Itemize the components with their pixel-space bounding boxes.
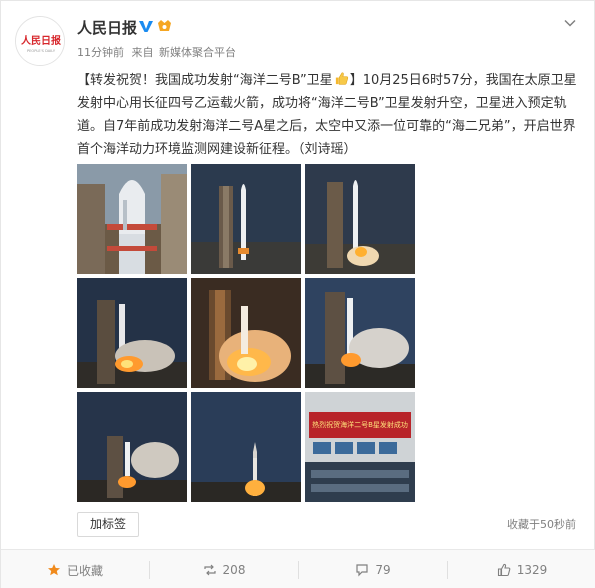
- post-text: 【转发祝贺！我国成功发射“海洋二号B”卫星 】10月25日6时57分，我国在太原…: [77, 69, 583, 161]
- photo-2[interactable]: [191, 164, 301, 274]
- like-button[interactable]: 1329: [448, 550, 595, 588]
- vip-icon[interactable]: [156, 18, 173, 34]
- photo-8[interactable]: [191, 392, 301, 502]
- control-room-banner: 热烈祝贺海洋二号B星发射成功: [312, 420, 408, 429]
- thumbs-up-emoji: [335, 72, 348, 85]
- action-bar: 已收藏 208 79 1329: [1, 549, 595, 588]
- chevron-down-icon[interactable]: [562, 15, 578, 31]
- photo-1[interactable]: [77, 164, 187, 274]
- comment-icon: [356, 564, 368, 577]
- photo-4[interactable]: [77, 278, 187, 388]
- like-count: 1329: [516, 563, 548, 577]
- source-prefix: 来自: [131, 46, 154, 59]
- post-meta: 11分钟前 来自 新媒体聚合平台: [77, 44, 240, 60]
- star-icon: [47, 564, 60, 576]
- favorited-time: 收藏于50秒前: [507, 518, 576, 531]
- photo-7[interactable]: [77, 392, 187, 502]
- favorite-button[interactable]: 已收藏: [1, 550, 149, 588]
- favorite-label: 已收藏: [66, 563, 103, 578]
- source-link[interactable]: 新媒体聚合平台: [159, 46, 236, 59]
- weibo-post-card: 人民日报 PEOPLE'S DAILY 人民日报 11分钟前 来自 新媒体聚合平…: [0, 0, 595, 588]
- comment-button[interactable]: 79: [299, 550, 447, 588]
- photo-6[interactable]: [305, 278, 415, 388]
- repost-icon: [203, 564, 216, 576]
- like-icon: [497, 563, 511, 577]
- repost-button[interactable]: 208: [150, 550, 298, 588]
- comment-count: 79: [375, 563, 391, 577]
- add-tag-button[interactable]: 加标签: [77, 512, 139, 537]
- repost-count: 208: [222, 563, 246, 577]
- username[interactable]: 人民日报: [77, 17, 137, 38]
- post-time[interactable]: 11分钟前: [77, 46, 124, 59]
- avatar-logo-subtext: PEOPLE'S DAILY: [27, 49, 56, 53]
- photo-3[interactable]: [305, 164, 415, 274]
- verified-icon: [139, 21, 153, 32]
- avatar[interactable]: 人民日报 PEOPLE'S DAILY: [15, 16, 65, 66]
- photo-5[interactable]: [191, 278, 301, 388]
- post-text-lead: 【转发祝贺！我国成功发射“海洋二号B”卫星: [77, 73, 333, 88]
- avatar-logo-text: 人民日报: [21, 34, 61, 47]
- photo-9[interactable]: 热烈祝贺海洋二号B星发射成功: [305, 392, 415, 502]
